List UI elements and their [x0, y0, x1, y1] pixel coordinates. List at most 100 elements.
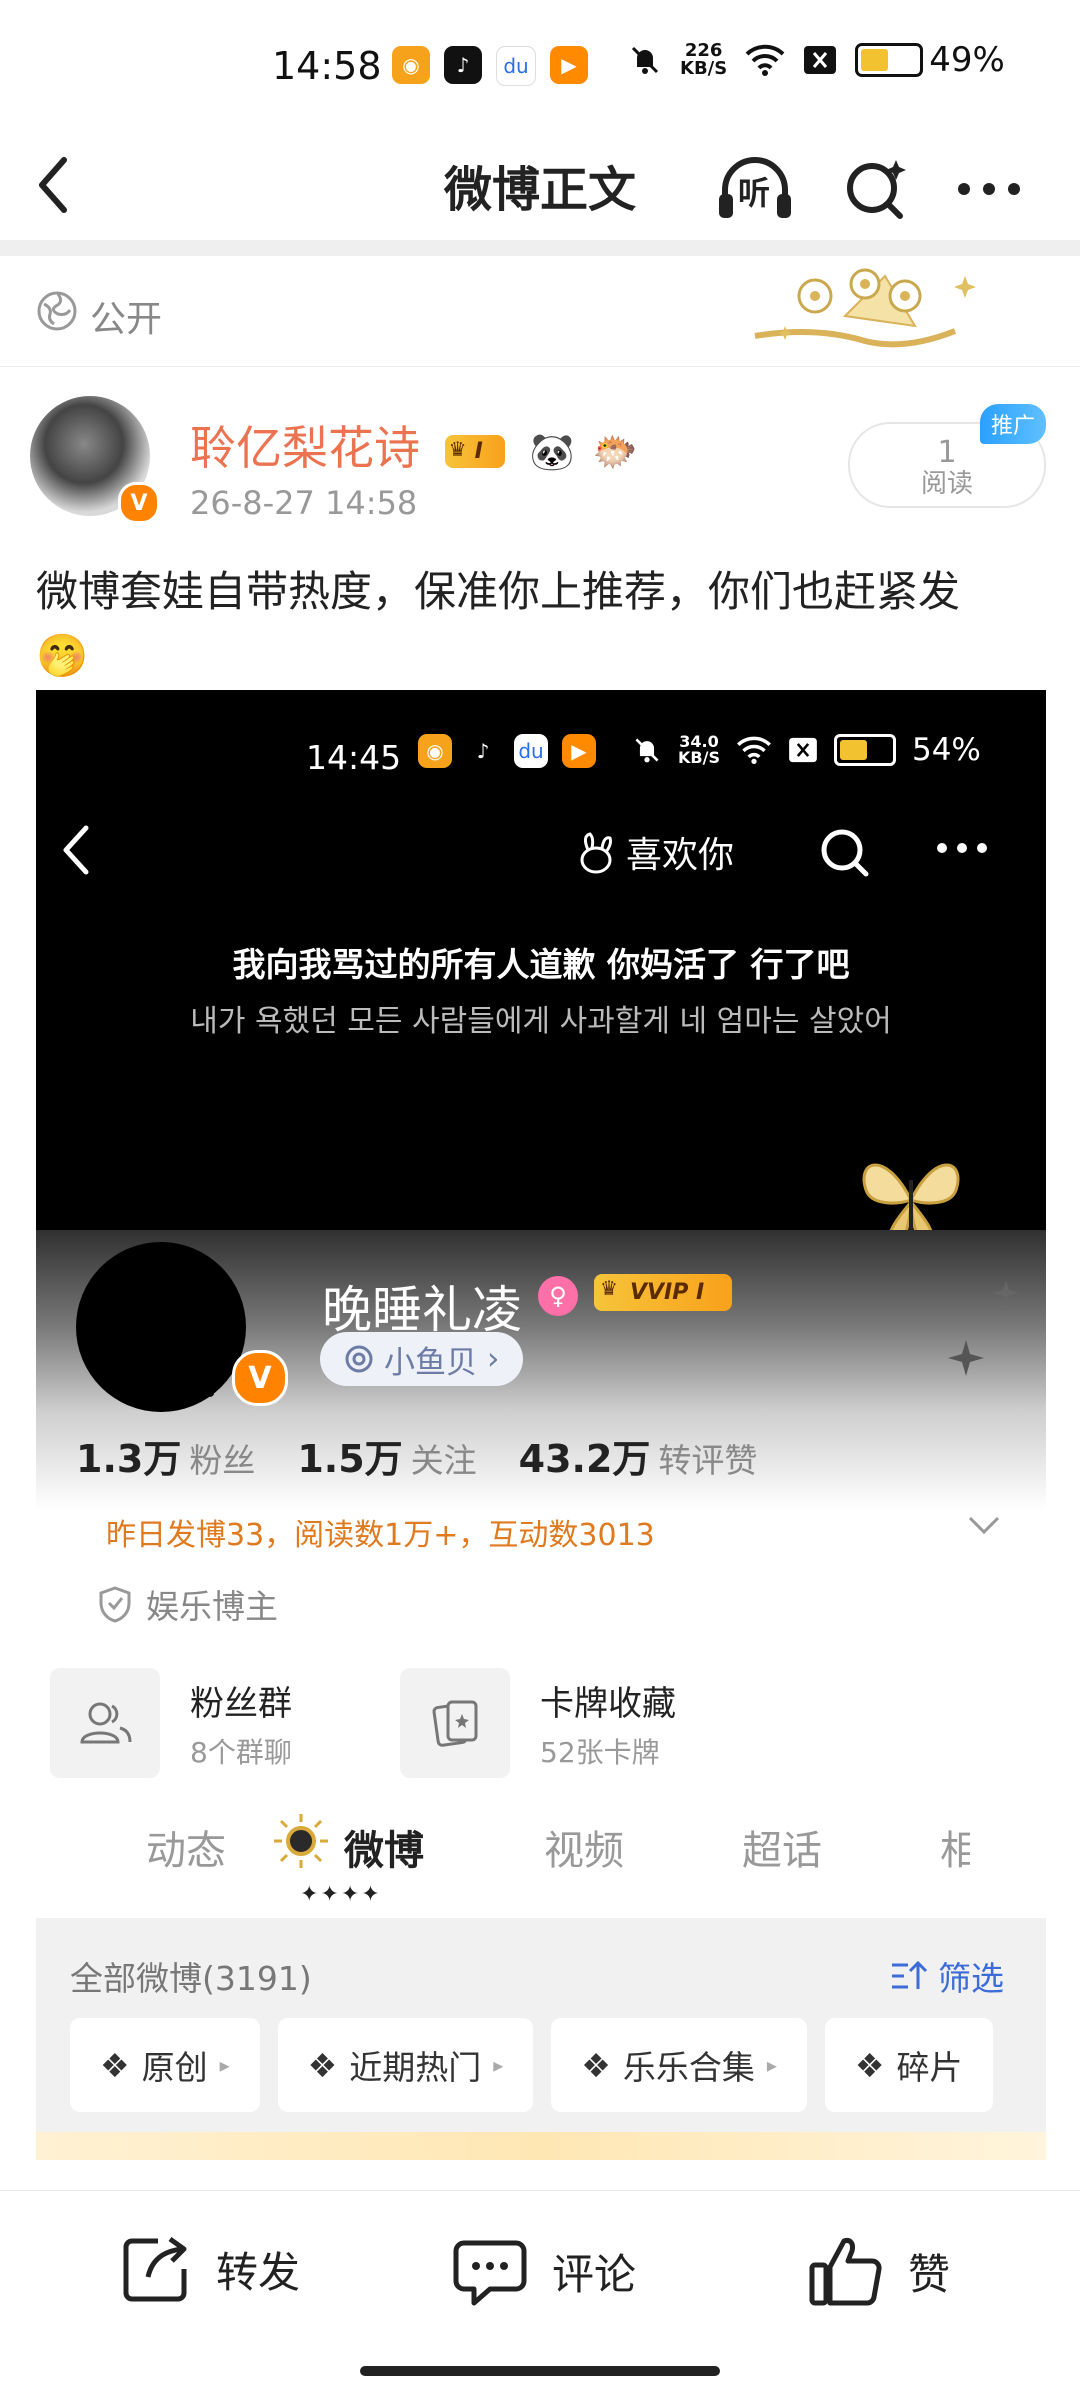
like-you-label: 喜欢你 — [626, 835, 735, 876]
mute-icon — [631, 46, 659, 74]
feature-card-collection: 卡牌收藏 52张卡牌 — [400, 1668, 676, 1778]
tab-overflow: 相 — [940, 1828, 970, 1874]
public-label: 公开 — [90, 299, 163, 340]
member-level-badge: ♛ I — [444, 435, 505, 468]
layers-icon: ❖ — [854, 2045, 885, 2085]
close-box-icon — [789, 737, 817, 763]
weibo-app-icon: ◉ — [418, 734, 452, 768]
tab-supertopic: 超话 — [742, 1828, 822, 1874]
yesterday-summary: 昨日发博33，阅读数1万+，互动数3013 — [106, 1518, 655, 1553]
tiktok-app-icon: ♪ — [444, 46, 482, 84]
stat-engagement: 43.2万 转评赞 — [518, 1437, 758, 1481]
feature-fan-group: 粉丝群 8个群聊 — [50, 1668, 292, 1778]
comment-label: 评论 — [552, 2249, 637, 2299]
status-time: 14:58 — [272, 44, 382, 88]
pinned-strip — [36, 2132, 1046, 2160]
close-box-icon — [804, 46, 837, 74]
tab-video: 视频 — [544, 1828, 624, 1874]
baidu-app-icon: du — [514, 734, 548, 768]
read-label: 阅读 — [920, 469, 973, 499]
embedded-status-time: 14:45 — [306, 738, 402, 777]
card-collection-title: 卡牌收藏 — [540, 1683, 676, 1724]
profile-verified-icon: V — [232, 1350, 288, 1406]
crown-icon: ♛ — [448, 437, 467, 461]
post-image[interactable]: 14:45 ◉ ♪ du ▶ 34.0 KB/S 54% 喜欢你 我向我骂过的所有… — [36, 690, 1046, 2160]
pufferfish-icon: 🐡 — [592, 431, 638, 473]
visibility-row: 公开 — [0, 256, 1080, 367]
listen-label: 听 — [738, 174, 771, 212]
spiral-icon — [345, 1345, 373, 1373]
embedded-search-icon — [821, 829, 869, 877]
notification-icons: ◉ ♪ du ▶ — [392, 46, 588, 86]
baidu-app-icon: du — [496, 46, 536, 86]
promo-tag: 推广 — [980, 404, 1046, 444]
embedded-net-speed: 34.0 KB/S — [678, 732, 720, 767]
fan-group-sub: 8个群聊 — [190, 1735, 292, 1769]
battery-percent: 49% — [929, 40, 1005, 80]
verified-badge-icon: V — [118, 482, 160, 524]
embedded-battery-percent: 54% — [911, 732, 981, 768]
weibo-app-icon: ◉ — [392, 46, 430, 84]
chevron-down-icon — [968, 1516, 1000, 1535]
flower-bouquet-decoration — [754, 268, 976, 348]
shield-icon — [99, 1586, 131, 1623]
filter-label: 筛选 — [890, 1952, 1004, 2000]
wifi-icon — [745, 44, 785, 76]
sticker-cold-face: 冷脸萌 — [113, 1361, 217, 1403]
chip-fragments: ❖ 碎片 — [824, 2018, 993, 2112]
crown-icon: ♛ — [600, 1275, 618, 1300]
more-icon — [958, 183, 1020, 195]
repost-button[interactable]: 转发 — [118, 2231, 300, 2307]
author-name-text: 聆亿梨花诗 — [190, 421, 420, 475]
author-avatar[interactable]: V — [30, 396, 160, 524]
female-gender-icon: ♀ — [538, 1276, 578, 1316]
all-weibo-count: 全部微博(3191) — [70, 1959, 312, 1998]
tab-feed: 动态 — [146, 1828, 226, 1874]
video-app-icon: ▶ — [550, 46, 588, 84]
repost-label: 转发 — [216, 2247, 301, 2297]
fan-group-title: 粉丝群 — [190, 1683, 292, 1724]
battery: 49% — [855, 40, 1005, 80]
fish-label: 小鱼贝 — [384, 1344, 477, 1381]
fan-group-icon — [50, 1668, 160, 1778]
like-button[interactable]: 赞 — [806, 2231, 950, 2311]
tab-weibo: 微博 — [344, 1828, 424, 1874]
embedded-back-icon — [56, 820, 106, 880]
globe-icon — [37, 291, 77, 331]
layers-icon: ❖ — [581, 2045, 611, 2085]
like-label: 赞 — [908, 2249, 951, 2299]
chip-lele-collection: ❖ 乐乐合集 ▸ — [551, 2018, 807, 2112]
post-time: 26-8-27 14:58 — [190, 484, 418, 522]
layers-icon: ❖ — [100, 2045, 130, 2085]
emoji: 🤭 — [36, 631, 89, 680]
author-name[interactable]: 聆亿梨花诗 ♛ I 🐼 🐡 — [190, 412, 638, 478]
listen-button[interactable]: 听 — [712, 146, 798, 232]
embedded-like-you: 喜欢你 — [576, 826, 734, 878]
post-text: 微博套娃自带热度，保准你上推荐，你们也赶紧发 🤭 — [36, 560, 1046, 688]
stat-fans: 1.3万 粉丝 — [76, 1437, 256, 1481]
embedded-battery-icon — [833, 734, 896, 766]
home-indicator — [360, 2366, 720, 2376]
tab-active-indicator: ✦✦✦✦ — [300, 1882, 382, 1907]
thumbs-up-icon — [809, 2238, 882, 2306]
net-speed: 226 KB/S — [680, 40, 728, 79]
comment-button[interactable]: 评论 — [450, 2231, 636, 2311]
more-button[interactable] — [946, 146, 1032, 232]
panda-icon: 🐼 — [529, 431, 575, 473]
post-body: 微博套娃自带热度，保准你上推荐，你们也赶紧发 — [36, 567, 961, 616]
fish-arrow: › — [487, 1341, 500, 1377]
card-collection-sub: 52张卡牌 — [540, 1735, 660, 1769]
category-tag: 娱乐博主 — [98, 1580, 278, 1628]
repost-icon — [123, 2236, 187, 2302]
profile-stats: 1.3万 粉丝 1.5万 关注 43.2万 转评赞 — [76, 1428, 757, 1483]
header-divider — [0, 240, 1080, 256]
top-nav: 微博正文 听 — [0, 130, 1080, 240]
wifi-icon — [737, 736, 771, 764]
search-button[interactable] — [832, 146, 918, 232]
stat-following: 1.5万 关注 — [297, 1437, 477, 1481]
embedded-notification-icons: ◉ ♪ du ▶ — [418, 734, 596, 768]
chip-recent-hot: ❖ 近期热门 ▸ — [277, 2018, 534, 2112]
embedded-status-right: 34.0 KB/S 54% — [632, 732, 981, 768]
search-icon — [847, 160, 906, 219]
filter-icon — [892, 1960, 928, 1989]
